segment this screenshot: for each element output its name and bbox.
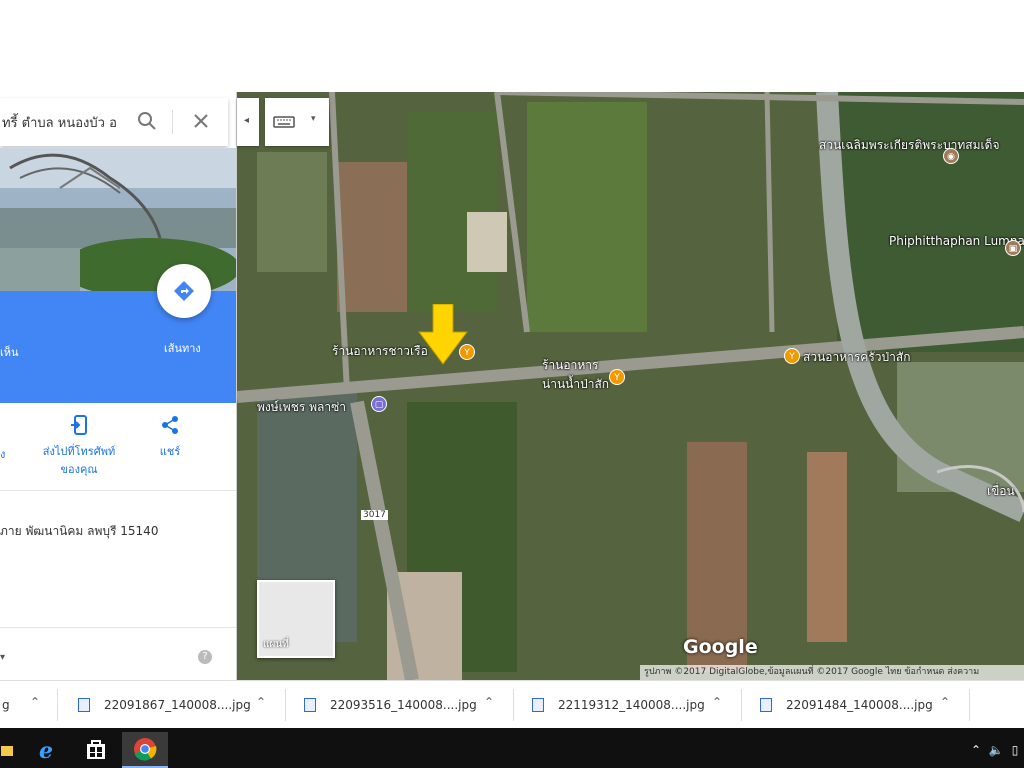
- chevron-up-icon[interactable]: ⌃: [30, 695, 40, 709]
- chevron-up-icon[interactable]: ⌃: [256, 695, 266, 709]
- search-input[interactable]: ทรี้ ตำบล หนองบัว อ: [0, 112, 130, 133]
- map-label-restaurant-1[interactable]: ร้านอาหารชาวเรือ: [332, 342, 428, 361]
- action-partial[interactable]: ง: [0, 445, 5, 463]
- windows-taskbar: e ⌃ 🔈 ▯: [0, 728, 1024, 768]
- input-tools-button[interactable]: ▾: [265, 98, 329, 146]
- search-icon[interactable]: [136, 110, 158, 132]
- file-icon: [78, 698, 90, 712]
- map-label-restaurant-3[interactable]: สวนอาหารครัวป่าสัก: [803, 348, 910, 367]
- download-item[interactable]: 22093516_140008....jpg ⌃: [286, 689, 514, 721]
- chrome-icon[interactable]: [122, 732, 168, 768]
- search-box[interactable]: ทรี้ ตำบล หนองบัว อ: [0, 98, 228, 146]
- download-item[interactable]: 22091484_140008....jpg ⌃: [742, 689, 970, 721]
- panel-divider: [0, 627, 236, 628]
- send-to-phone-button[interactable]: ส่งไปที่โทรศัพท์ของคุณ: [36, 415, 122, 478]
- svg-text:e: e: [39, 738, 53, 762]
- chevron-up-icon[interactable]: ⌃: [484, 695, 494, 709]
- action-partial-label: ง: [0, 448, 6, 461]
- download-item[interactable]: g ⌃: [0, 689, 58, 721]
- file-icon: [304, 698, 316, 712]
- restaurant-poi-icon[interactable]: Y: [784, 348, 800, 364]
- file-icon: [532, 698, 544, 712]
- close-icon[interactable]: [190, 110, 212, 132]
- file-explorer-icon[interactable]: [0, 732, 14, 768]
- store-icon[interactable]: [76, 732, 116, 768]
- directions-label[interactable]: เส้นทาง: [164, 339, 201, 357]
- camera-poi-icon[interactable]: ◉: [943, 148, 959, 164]
- truncated-label: เห็น: [0, 346, 19, 359]
- share-icon: [162, 416, 178, 434]
- map-attribution[interactable]: รูปภาพ ©2017 DigitalGlobe,ข้อมูลแผนที่ ©…: [640, 665, 1024, 680]
- map-label-dam[interactable]: เขื่อน: [987, 482, 1015, 501]
- imagery-toggle-thumbnail[interactable]: แผนที่: [257, 580, 335, 658]
- google-logo: Google: [683, 636, 758, 658]
- directions-button[interactable]: [157, 264, 211, 318]
- download-filename: 22091484_140008....jpg: [786, 698, 933, 712]
- blank-top-area: [0, 0, 1024, 92]
- download-item[interactable]: 22119312_140008....jpg ⌃: [514, 689, 742, 721]
- help-icon[interactable]: ?: [198, 650, 212, 664]
- dropdown-arrow-icon: ▾: [311, 114, 316, 124]
- download-shelf: g ⌃ 22091867_140008....jpg ⌃ 22093516_14…: [0, 680, 1024, 728]
- collapse-left-icon: ◂: [244, 115, 250, 126]
- place-address[interactable]: ภาย พัฒนานิคม ลพบุรี 15140: [0, 522, 158, 541]
- thumbnail-label: แผนที่: [263, 639, 289, 650]
- map-label-shop[interactable]: พงษ์เพชร พลาซ่า: [257, 398, 346, 417]
- send-to-phone-label: ส่งไปที่โทรศัพท์ของคุณ: [42, 445, 116, 476]
- map-label-park[interactable]: สวนเฉลิมพระเกียรติพระบาทสมเด็จ: [819, 136, 999, 155]
- satellite-map[interactable]: สวนเฉลิมพระเกียรติพระบาทสมเด็จ ◉ Phiphit…: [237, 92, 1024, 680]
- yellow-arrow-marker-icon: [418, 304, 468, 365]
- speaker-icon[interactable]: 🔈: [986, 732, 1006, 768]
- share-label: แชร์: [159, 445, 181, 458]
- place-panel: ทรี้ ตำบล หนองบัว อ เห็น เส้นทาง ง ส่งไป…: [0, 92, 237, 680]
- map-imagery: [237, 92, 1024, 680]
- download-filename: 22119312_140008....jpg: [558, 698, 705, 712]
- keyboard-icon: [273, 116, 295, 128]
- chevron-up-icon[interactable]: ⌃: [712, 695, 722, 709]
- edge-browser-icon[interactable]: e: [28, 732, 68, 768]
- file-icon: [760, 698, 772, 712]
- road-shield: 3017: [361, 510, 388, 520]
- share-button[interactable]: แชร์: [152, 415, 188, 460]
- collapse-panel-button[interactable]: ◂: [237, 98, 259, 146]
- directions-icon: [174, 281, 194, 301]
- map-label-museum[interactable]: Phiphitthaphan Lumnam Pa Sak: [889, 234, 1024, 248]
- download-item[interactable]: 22091867_140008....jpg ⌃: [58, 689, 286, 721]
- museum-poi-icon[interactable]: ▣: [1005, 240, 1021, 256]
- tray-expand-icon[interactable]: ⌃: [966, 732, 986, 768]
- action-row: ง ส่งไปที่โทรศัพท์ของคุณ แชร์: [0, 403, 236, 491]
- chevron-down-icon[interactable]: ▾: [0, 652, 5, 663]
- send-to-phone-icon: [71, 415, 87, 435]
- network-icon[interactable]: ▯: [1006, 732, 1024, 768]
- search-divider: [172, 110, 173, 134]
- chevron-up-icon[interactable]: ⌃: [940, 695, 950, 709]
- download-filename: 22091867_140008....jpg: [104, 698, 251, 712]
- shopping-poi-icon[interactable]: ▢: [371, 396, 387, 412]
- download-filename: 22093516_140008....jpg: [330, 698, 477, 712]
- download-filename: g: [2, 698, 10, 712]
- restaurant-poi-icon[interactable]: Y: [609, 369, 625, 385]
